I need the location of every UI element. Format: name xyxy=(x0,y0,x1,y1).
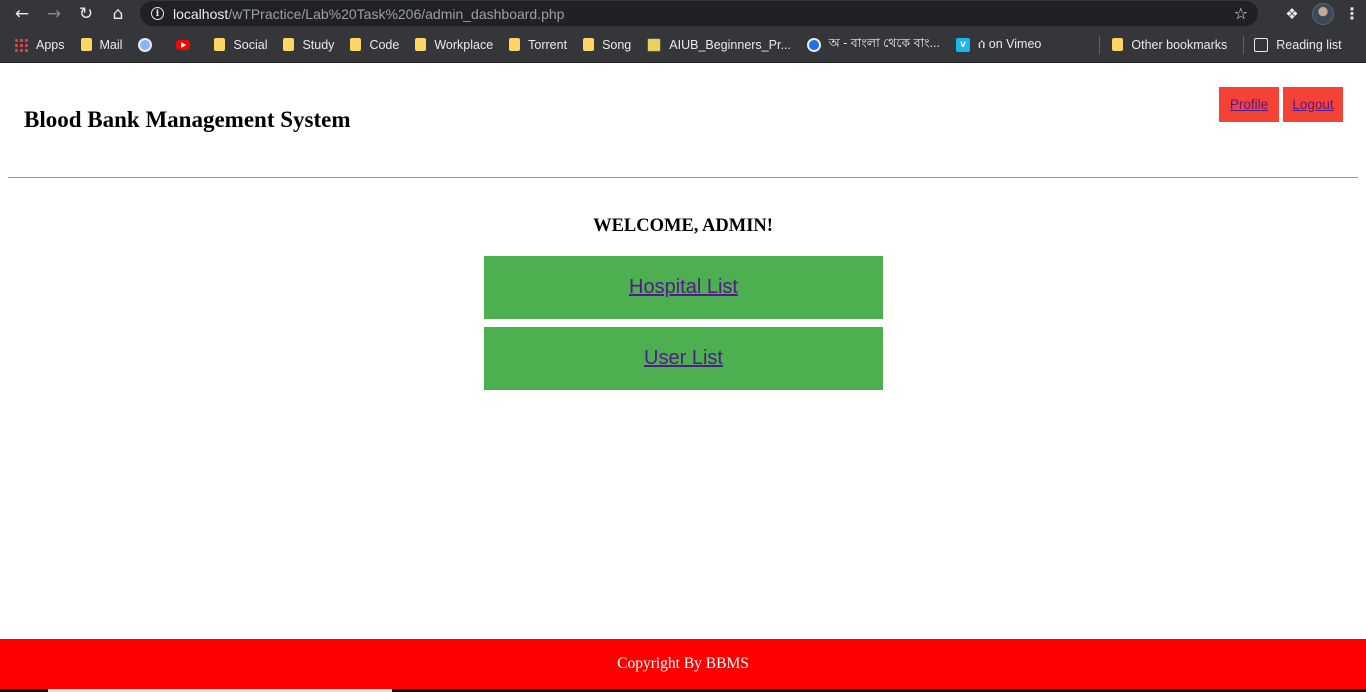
hospital-list-link[interactable]: Hospital List xyxy=(484,256,883,319)
extensions-puzzle-icon[interactable]: ❖ xyxy=(1282,5,1302,23)
bookmark-apps[interactable]: Apps xyxy=(14,37,65,52)
bookmark-label: Mail xyxy=(99,37,123,52)
bookmark-label: Workplace xyxy=(434,37,494,52)
bookmark-mail[interactable]: Mail xyxy=(80,37,123,52)
browser-toolbar: ← → ↻ ⌂ i localhost/wTPractice/Lab%20Tas… xyxy=(0,0,1366,27)
bookmark-label: অ - বাংলা থেকে বাং... xyxy=(828,35,940,50)
bookmark-song[interactable]: Song xyxy=(583,38,631,52)
browser-menu-icon[interactable]: ⋮ xyxy=(1344,4,1360,23)
folder-icon xyxy=(283,38,295,51)
folder-icon xyxy=(509,38,521,51)
bookmark-torrent[interactable]: Torrent xyxy=(509,38,567,52)
bookmark-label: AIUB_Beginners_Pr... xyxy=(669,37,791,52)
url-host: localhost xyxy=(173,5,229,22)
bookmark-shield[interactable] xyxy=(138,37,160,52)
youtube-icon xyxy=(176,39,191,50)
bookmark-label: Song xyxy=(602,37,632,52)
profile-avatar[interactable] xyxy=(1312,2,1334,25)
folder-icon xyxy=(1112,38,1124,51)
shield-icon xyxy=(138,37,153,52)
user-list-link[interactable]: User List xyxy=(484,327,883,390)
back-arrow-icon[interactable]: ← xyxy=(6,0,38,27)
profile-button[interactable]: Profile xyxy=(1219,87,1279,122)
bookmark-social[interactable]: Social xyxy=(214,38,267,52)
bookmarks-divider xyxy=(1243,35,1245,54)
vimeo-icon: v xyxy=(955,37,970,52)
bookmark-vimeo[interactable]: v ሰ on Vimeo xyxy=(955,37,1042,52)
bookmark-other[interactable]: Other bookmarks xyxy=(1112,38,1227,52)
url-text[interactable]: localhost/wTPractice/Lab%20Task%206/admi… xyxy=(173,6,564,22)
home-icon[interactable]: ⌂ xyxy=(102,0,134,27)
footer-copyright: Copyright By BBMS xyxy=(617,655,749,672)
address-bar[interactable]: i localhost/wTPractice/Lab%20Task%206/ad… xyxy=(140,1,1258,26)
bookmark-youtube[interactable] xyxy=(176,39,198,50)
reading-list-label: Reading list xyxy=(1276,37,1342,52)
bookmark-label: Apps xyxy=(36,37,65,52)
folder-icon xyxy=(350,38,362,51)
page-title: Blood Bank Management System xyxy=(24,107,351,132)
site-info-icon[interactable]: i xyxy=(151,7,164,20)
bookmark-label: Study xyxy=(302,37,335,52)
folder-icon xyxy=(583,38,595,51)
bookmarks-divider xyxy=(1099,35,1101,54)
bookmark-label: Torrent xyxy=(528,37,568,52)
welcome-heading: WELCOME, ADMIN! xyxy=(593,216,773,236)
bookmark-label: ሰ on Vimeo xyxy=(977,37,1042,51)
other-bookmarks-label: Other bookmarks xyxy=(1131,37,1228,52)
bookmarks-bar: Apps Mail Social Study Code Workplace To… xyxy=(0,27,1366,63)
apps-icon xyxy=(14,37,28,52)
folder-icon xyxy=(214,38,226,51)
reading-list-icon xyxy=(1254,37,1269,52)
aiub-icon xyxy=(647,37,662,52)
logout-button[interactable]: Logout xyxy=(1283,87,1343,122)
bookmark-star-icon[interactable]: ☆ xyxy=(1234,4,1248,23)
reload-icon[interactable]: ↻ xyxy=(70,0,102,27)
forward-arrow-icon[interactable]: → xyxy=(38,0,70,27)
bookmark-workplace[interactable]: Workplace xyxy=(415,38,493,52)
bookmark-label: Code xyxy=(369,37,400,52)
reading-list[interactable]: Reading list xyxy=(1254,37,1342,52)
footer: Copyright By BBMS xyxy=(0,639,1366,689)
folder-icon xyxy=(415,38,427,51)
bookmark-label: Social xyxy=(233,37,268,52)
bookmark-bangla[interactable]: অ - বাংলা থেকে বাং... xyxy=(806,35,940,55)
folder-icon xyxy=(80,38,92,51)
url-path: /wTPractice/Lab%20Task%206/admin_dashboa… xyxy=(228,5,565,22)
bookmark-code[interactable]: Code xyxy=(350,38,399,52)
bookmark-aiub[interactable]: AIUB_Beginners_Pr... xyxy=(647,37,791,52)
bookmark-study[interactable]: Study xyxy=(283,38,334,52)
toolbar-right-icons: ❖ ⋮ xyxy=(1282,0,1360,27)
bangla-icon xyxy=(806,37,821,52)
header-divider xyxy=(8,177,1358,178)
